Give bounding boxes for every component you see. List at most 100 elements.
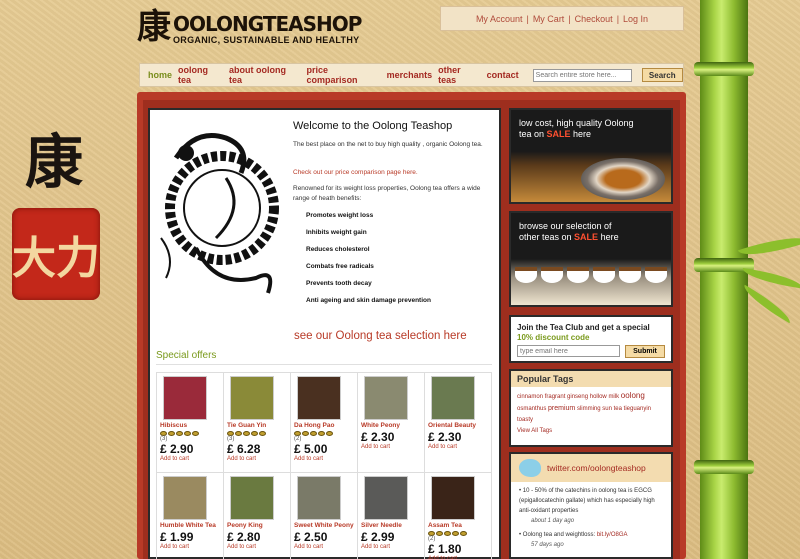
see-selection-link[interactable]: see our Oolong tea selection here [294,330,467,342]
submit-button[interactable]: Submit [625,345,665,358]
tea-club-title: Join the Tea Club and get a special 10% … [517,323,650,342]
star-icon [184,431,191,436]
twitter-box: twitter.com/oolongteashop • 10 - 50% of … [509,452,673,559]
product-name[interactable]: Hibiscus [160,422,223,430]
tweet-link[interactable]: bit.ly/O8GA [597,532,628,538]
seal-stamp: 大力 [12,208,100,300]
my-account-link[interactable]: My Account [476,14,523,24]
benefit-item: Promotes weight loss [306,212,374,219]
product-image[interactable] [297,376,341,420]
product-name[interactable]: Assam Tea [428,522,491,530]
tag-link[interactable]: toasty [517,417,533,423]
divider [156,364,492,365]
star-icon [310,431,317,436]
nav-other-teas[interactable]: other teas [438,65,480,85]
twitter-header[interactable]: twitter.com/oolongteashop [511,454,671,482]
tag-link[interactable]: premium [548,405,575,412]
product-image[interactable] [230,476,274,520]
product-price: £ 2.99 [361,530,395,544]
nav-price-comparison[interactable]: price comparison [307,65,381,85]
product-price: £ 2.90 [160,442,194,456]
product-image[interactable] [297,476,341,520]
product-price: £ 1.99 [160,530,194,544]
search-button[interactable]: Search [641,68,683,82]
product-image[interactable] [364,476,408,520]
nav-home[interactable]: home [148,70,172,80]
product-name[interactable]: Silver Needle [361,522,424,530]
twitter-handle[interactable]: twitter.com/oolongteashop [547,463,646,473]
product-name[interactable]: Tie Guan Yin [227,422,290,430]
add-to-cart-link[interactable]: Add to cart [294,456,357,462]
site-logo[interactable]: 康 OOLONGTEASHOP ORGANIC, SUSTAINABLE AND… [137,8,362,46]
checkout-link[interactable]: Checkout [575,14,613,24]
star-icon [251,431,258,436]
add-to-cart-link[interactable]: Add to cart [361,444,424,450]
product-name[interactable]: Humble White Tea [160,522,223,530]
search-input[interactable] [532,68,632,82]
product-card: Oriental Beauty £ 2.30 Add to cart [425,373,492,473]
promo-oolong-sale[interactable]: low cost, high quality Oolong tea on SAL… [509,108,673,204]
product-name[interactable]: Oriental Beauty [428,422,491,430]
tag-link[interactable]: ginseng [567,394,588,400]
product-name[interactable]: White Peony [361,422,424,430]
tag-link[interactable]: milk [608,394,619,400]
add-to-cart-link[interactable]: Add to cart [227,544,290,550]
product-card: Assam Tea (2) £ 1.80 Add to cart [425,473,492,559]
tag-link[interactable]: tea [614,406,622,412]
nav-about-oolong-tea[interactable]: about oolong tea [229,65,301,85]
promo-other-teas-sale[interactable]: browse our selection of other teas on SA… [509,211,673,307]
tag-link[interactable]: hollow [590,394,607,400]
product-name[interactable]: Peony King [227,522,290,530]
product-image[interactable] [431,376,475,420]
product-image[interactable] [163,476,207,520]
star-icon [326,431,333,436]
nav-oolong-tea[interactable]: oolong tea [178,65,223,85]
nav-contact[interactable]: contact [487,70,519,80]
star-icon [192,431,199,436]
product-price: £ 2.30 [428,430,462,444]
product-price: £ 2.30 [361,430,395,444]
product-name[interactable]: Sweet White Peony [294,522,357,530]
account-links: My Account | My Cart | Checkout | Log In [440,6,684,31]
product-card: White Peony £ 2.30 Add to cart [358,373,425,473]
add-to-cart-link[interactable]: Add to cart [361,544,424,550]
tag-link[interactable]: sun [602,406,612,412]
product-image[interactable] [163,376,207,420]
benefits-list: Promotes weight loss Inhibits weight gai… [306,212,431,314]
tea-cup-image [581,158,665,200]
product-price: £ 2.50 [294,530,328,544]
tag-link[interactable]: tieguanyin [624,406,651,412]
tag-link[interactable]: oolong [621,391,645,400]
log-in-link[interactable]: Log In [623,14,648,24]
bamboo-decoration [694,0,754,559]
tweet: • 10 - 50% of the catechins in oolong te… [519,488,655,524]
product-image[interactable] [431,476,475,520]
add-to-cart-link[interactable]: Add to cart [160,544,223,550]
tag-link[interactable]: fragrant [545,394,566,400]
product-card: Tie Guan Yin (3) £ 6.28 Add to cart [224,373,291,473]
star-icon [436,531,443,536]
product-image[interactable] [364,376,408,420]
benefit-item: Combats free radicals [306,263,374,270]
star-icon [318,431,325,436]
my-cart-link[interactable]: My Cart [533,14,565,24]
tea-club-box: Join the Tea Club and get a special 10% … [509,315,673,363]
email-field[interactable] [517,345,620,357]
tag-link[interactable]: osmanthus [517,406,546,412]
add-to-cart-link[interactable]: Add to cart [294,544,357,550]
view-all-tags-link[interactable]: View All Tags [517,428,552,434]
price-comparison-link[interactable]: Check out our price comparison page here… [293,168,498,178]
tweet: • Oolong tea and weightloss: bit.ly/O8GA… [519,532,628,548]
tag-link[interactable]: cinnamon [517,394,543,400]
add-to-cart-link[interactable]: Add to cart [428,444,491,450]
product-image[interactable] [230,376,274,420]
product-name[interactable]: Da Hong Pao [294,422,357,430]
nav-merchants[interactable]: merchants [387,70,433,80]
tag-link[interactable]: slimming [577,406,601,412]
add-to-cart-link[interactable]: Add to cart [227,456,290,462]
benefits-intro: Renowned for its weight loss properties,… [293,185,481,202]
star-icon [460,531,467,536]
add-to-cart-link[interactable]: Add to cart [160,456,223,462]
special-offers-heading: Special offers [156,350,217,361]
twitter-bird-icon [519,459,541,477]
